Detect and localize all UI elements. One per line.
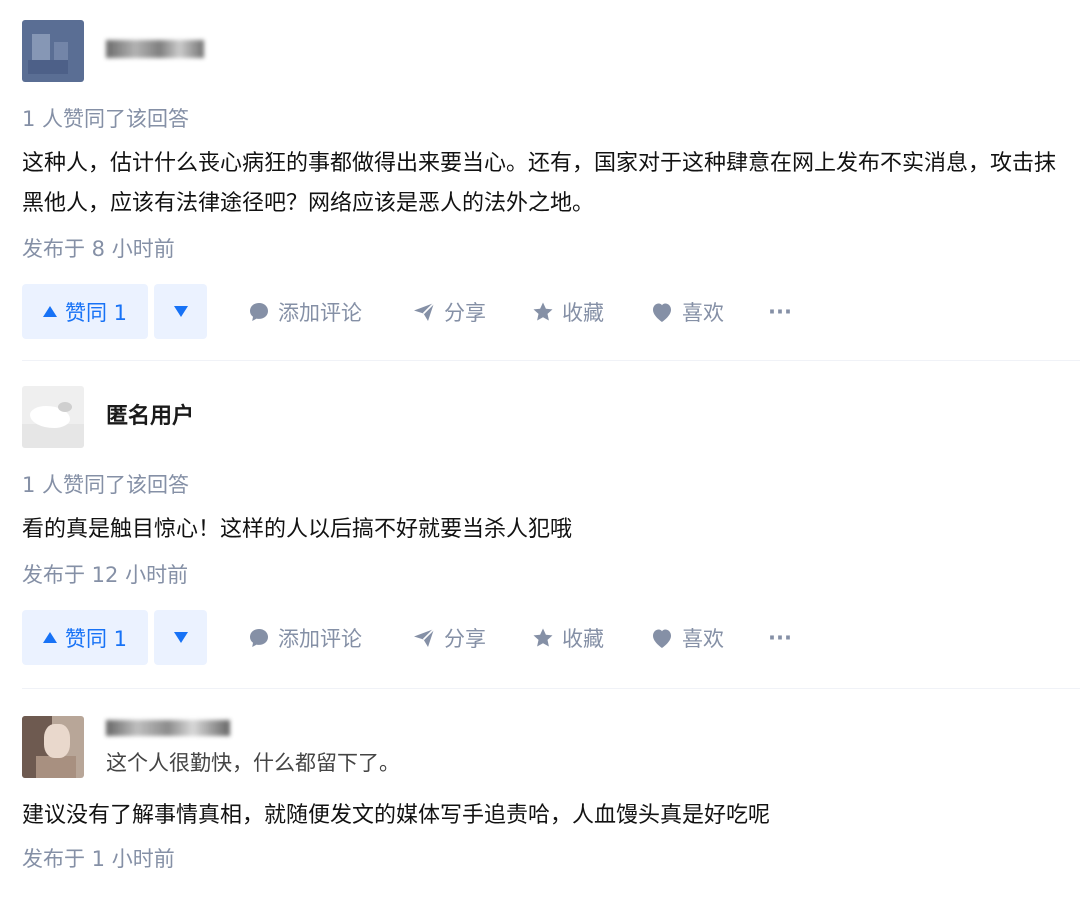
- upvote-note: 1 人赞同了该回答: [22, 107, 190, 131]
- upvote-label: 赞同 1: [64, 626, 128, 651]
- speech-bubble-icon: [250, 302, 268, 321]
- answer-item: 这个人很勤快，什么都留下了。 建议没有了解事情真相，就随便发文的媒体写手追责哈，…: [22, 716, 1080, 874]
- author-name: 匿名用户: [106, 404, 195, 429]
- comment-button[interactable]: 添加评论: [248, 284, 362, 339]
- action-bar: 赞同 1 添加评论 分享 收藏 喜欢 ···: [22, 610, 1080, 665]
- upvote-button[interactable]: 赞同 1: [22, 284, 148, 339]
- published-time[interactable]: 发布于 1 小时前: [22, 844, 1080, 874]
- action-bar: 赞同 1 添加评论 分享 收藏 喜欢 ···: [22, 284, 1080, 339]
- more-button[interactable]: ···: [768, 610, 792, 665]
- share-button[interactable]: 分享: [412, 284, 486, 339]
- like-label: 喜欢: [682, 300, 724, 325]
- upvote-label: 赞同 1: [64, 300, 128, 325]
- answer-list: 1 人赞同了该回答 这种人，估计什么丧心病狂的事都做得出来要当心。还有，国家对于…: [0, 0, 1080, 899]
- author-name-blurred[interactable]: [106, 40, 204, 58]
- upvote-button[interactable]: 赞同 1: [22, 610, 148, 665]
- avatar[interactable]: [22, 20, 84, 82]
- avatar[interactable]: [22, 716, 84, 778]
- published-time[interactable]: 发布于 12 小时前: [22, 560, 1080, 590]
- author-bio: 这个人很勤快，什么都留下了。: [106, 751, 400, 775]
- downvote-button[interactable]: [154, 610, 207, 665]
- favorite-button[interactable]: 收藏: [532, 284, 604, 339]
- ellipsis-icon: ···: [768, 625, 792, 650]
- more-button[interactable]: ···: [768, 284, 792, 339]
- answer-content: 建议没有了解事情真相，就随便发文的媒体写手追责哈，人血馒头真是好吃呢: [22, 803, 771, 828]
- like-label: 喜欢: [682, 626, 724, 651]
- triangle-up-icon: [42, 306, 57, 317]
- share-label: 分享: [444, 300, 486, 325]
- answer-content: 看的真是触目惊心！这样的人以后搞不好就要当杀人犯哦: [22, 517, 573, 542]
- like-button[interactable]: 喜欢: [650, 284, 724, 339]
- triangle-down-icon: [173, 632, 188, 643]
- ellipsis-icon: ···: [768, 299, 792, 324]
- comment-label: 添加评论: [278, 626, 362, 651]
- favorite-label: 收藏: [562, 300, 604, 325]
- comment-button[interactable]: 添加评论: [248, 610, 362, 665]
- answer-item: 1 人赞同了该回答 这种人，估计什么丧心病狂的事都做得出来要当心。还有，国家对于…: [22, 20, 1080, 339]
- paper-plane-icon: [414, 627, 435, 647]
- avatar: [22, 386, 84, 448]
- heart-icon: [653, 629, 671, 648]
- paper-plane-icon: [414, 301, 435, 321]
- answer-item: 匿名用户 1 人赞同了该回答 看的真是触目惊心！这样的人以后搞不好就要当杀人犯哦…: [22, 386, 1080, 665]
- favorite-button[interactable]: 收藏: [532, 610, 604, 665]
- speech-bubble-icon: [250, 628, 268, 647]
- author-row: 匿名用户: [22, 386, 1080, 448]
- downvote-button[interactable]: [154, 284, 207, 339]
- author-row: 这个人很勤快，什么都留下了。: [22, 716, 1080, 778]
- triangle-down-icon: [173, 306, 188, 317]
- upvote-note: 1 人赞同了该回答: [22, 473, 190, 497]
- star-icon: [533, 302, 553, 320]
- share-label: 分享: [444, 626, 486, 651]
- star-icon: [533, 628, 553, 646]
- like-button[interactable]: 喜欢: [650, 610, 724, 665]
- author-name-blurred[interactable]: [106, 720, 230, 736]
- share-button[interactable]: 分享: [412, 610, 486, 665]
- answer-content: 这种人，估计什么丧心病狂的事都做得出来要当心。还有，国家对于这种肆意在网上发布不…: [22, 151, 1057, 216]
- heart-icon: [653, 303, 671, 322]
- comment-label: 添加评论: [278, 300, 362, 325]
- published-time[interactable]: 发布于 8 小时前: [22, 234, 1080, 264]
- triangle-up-icon: [42, 632, 57, 643]
- divider: [22, 360, 1080, 361]
- divider: [22, 688, 1080, 689]
- favorite-label: 收藏: [562, 626, 604, 651]
- author-row: [22, 20, 1080, 82]
